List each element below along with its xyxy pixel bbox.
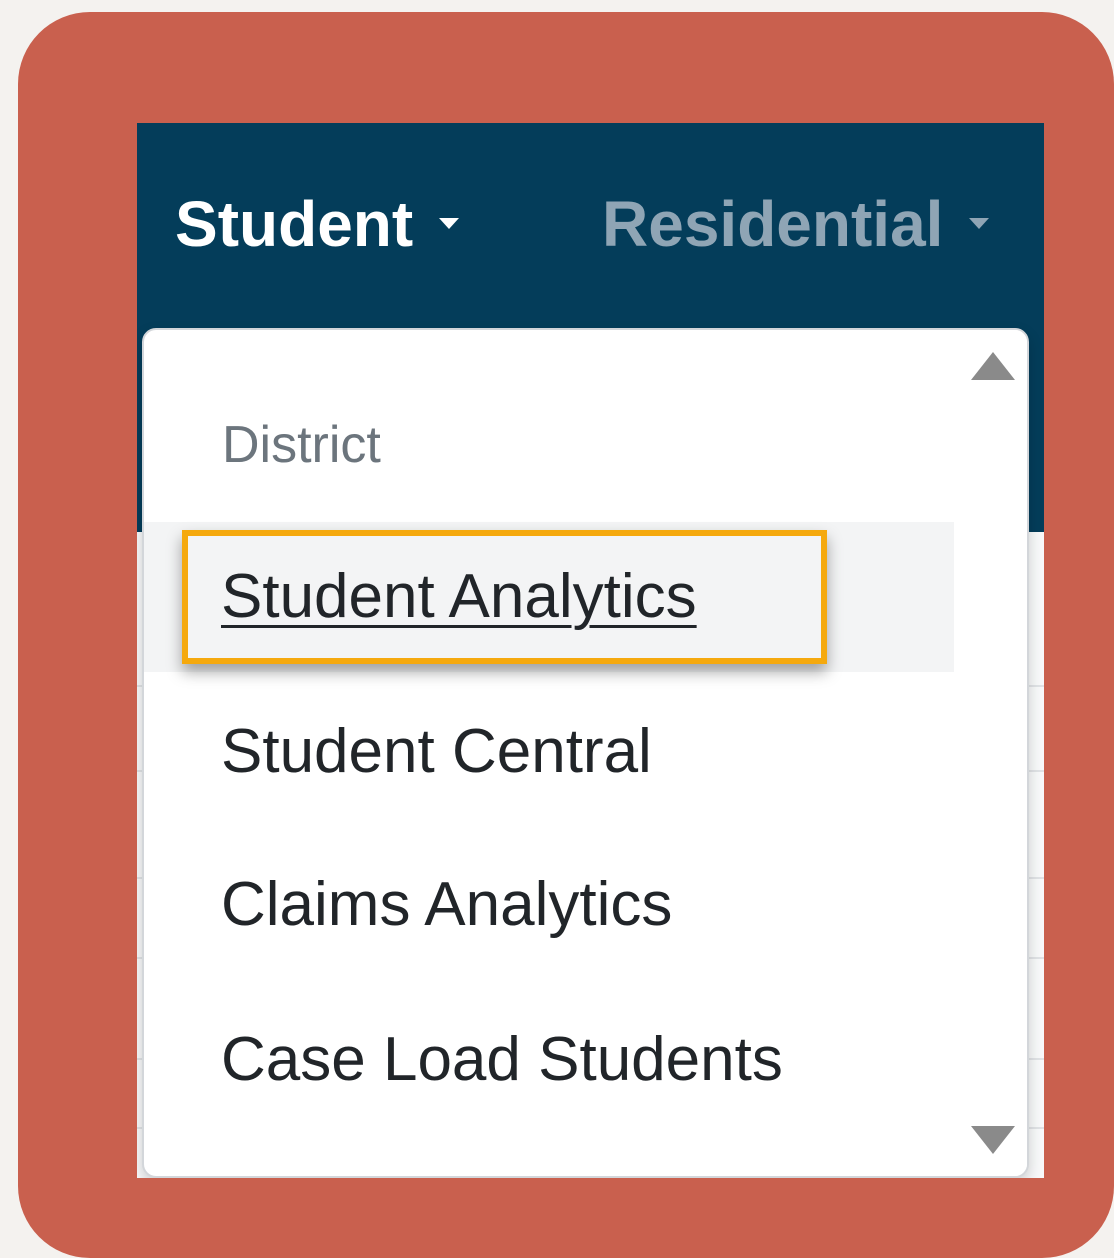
nav-residential-label: Residential [602,188,944,260]
caret-down-icon [969,217,990,229]
menu-item-label: Student Central [221,717,652,786]
student-dropdown-menu: District Student Analytics Student Centr… [142,328,1029,1178]
scroll-up-arrow-icon[interactable] [971,352,1015,380]
menu-item-student-central[interactable]: Student Central [144,677,954,827]
menu-item-label: Case Load Students [221,1025,783,1094]
scroll-down-arrow-icon[interactable] [971,1126,1015,1154]
dropdown-header: District [222,416,381,474]
menu-item-label: Student Analytics [221,562,697,631]
menu-item-case-load-students[interactable]: Case Load Students [144,985,954,1135]
menu-item-student-analytics[interactable]: Student Analytics [144,522,954,672]
nav-student-menu[interactable]: Student [175,188,460,260]
app-screenshot: Student Residential District Student Ana… [137,123,1044,1178]
dropdown-scrollbar[interactable] [955,330,1027,1176]
menu-item-label: Claims Analytics [221,870,673,939]
callout-frame: Student Residential District Student Ana… [18,12,1114,1258]
menu-item-claims-analytics[interactable]: Claims Analytics [144,830,954,980]
caret-down-icon [439,217,460,229]
nav-student-label: Student [175,188,414,260]
nav-residential-menu[interactable]: Residential [602,188,990,260]
